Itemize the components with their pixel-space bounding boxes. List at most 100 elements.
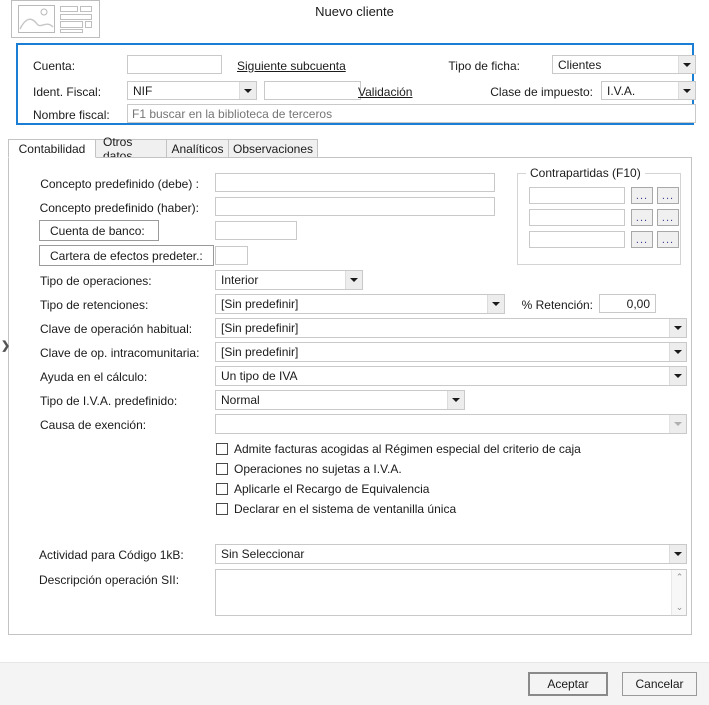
descripcion-sii-textarea[interactable] xyxy=(216,570,671,615)
actividad-select[interactable]: Sin Seleccionar xyxy=(215,544,687,564)
contrapartida-input-2[interactable] xyxy=(529,209,625,226)
descripcion-sii-label: Descripción operación SII: xyxy=(39,573,180,587)
checkbox-label: Declarar en el sistema de ventanilla úni… xyxy=(234,502,457,516)
checkbox-label: Admite facturas acogidas al Régimen espe… xyxy=(234,442,581,456)
pct-retencion-input[interactable]: 0,00 xyxy=(599,294,656,313)
checkbox-operaciones-no-sujetas[interactable]: Operaciones no sujetas a I.V.A. xyxy=(216,462,402,476)
tipo-operaciones-label: Tipo de operaciones: xyxy=(40,274,152,288)
siguiente-subcuenta-link[interactable]: Siguiente subcuenta xyxy=(237,59,346,73)
tipo-iva-label: Tipo de I.V.A. predefinido: xyxy=(40,394,178,408)
chevron-down-icon[interactable] xyxy=(447,391,464,409)
tab-contabilidad[interactable]: Contabilidad xyxy=(8,139,96,158)
tipo-iva-value: Normal xyxy=(221,393,260,407)
chevron-down-icon[interactable] xyxy=(239,82,256,99)
tipo-ficha-label: Tipo de ficha: xyxy=(448,59,520,73)
checkbox-box[interactable] xyxy=(216,463,228,475)
ident-fiscal-type-select[interactable]: NIF xyxy=(127,81,257,100)
tabstrip: Contabilidad Otros datos Analíticos Obse… xyxy=(8,135,692,163)
dialog-footer: Aceptar Cancelar xyxy=(0,662,709,705)
ident-fiscal-label: Ident. Fiscal: xyxy=(33,85,102,99)
contrapartida-browse-1b[interactable]: ... xyxy=(657,187,679,204)
ayuda-calculo-select[interactable]: Un tipo de IVA xyxy=(215,366,687,386)
contrapartida-browse-2b[interactable]: ... xyxy=(657,209,679,226)
contrapartida-input-3[interactable] xyxy=(529,231,625,248)
tipo-retenciones-value: [Sin predefinir] xyxy=(221,297,299,311)
concepto-haber-label: Concepto predefinido (haber): xyxy=(39,201,199,215)
checkbox-ventanilla-unica[interactable]: Declarar en el sistema de ventanilla úni… xyxy=(216,502,456,516)
cartera-efectos-button[interactable]: Cartera de efectos predeter.: xyxy=(39,245,214,266)
scroll-up-icon[interactable]: ⌃ xyxy=(672,570,687,585)
cuenta-banco-button[interactable]: Cuenta de banco: xyxy=(39,220,159,241)
dialog-window: Nuevo cliente Cuenta: Siguiente subcuent… xyxy=(0,0,709,705)
clase-impuesto-label: Clase de impuesto: xyxy=(490,85,593,99)
identification-group: Cuenta: Siguiente subcuenta Tipo de fich… xyxy=(16,43,696,125)
chevron-down-icon[interactable] xyxy=(669,367,686,385)
chevron-down-icon[interactable] xyxy=(678,56,695,73)
scroll-down-icon[interactable]: ⌄ xyxy=(672,600,687,615)
collapse-panel-caret-icon[interactable]: ❯ xyxy=(1,341,10,352)
chevron-down-icon[interactable] xyxy=(669,415,686,433)
ayuda-calculo-value: Un tipo de IVA xyxy=(221,369,298,383)
clave-intracomunitaria-value: [Sin predefinir] xyxy=(221,345,299,359)
clase-impuesto-value: I.V.A. xyxy=(607,83,636,98)
panel-contabilidad: Contrapartidas (F10) ... ... ... ... ...… xyxy=(8,157,692,635)
nombre-fiscal-input[interactable] xyxy=(127,104,696,123)
causa-exencion-select[interactable] xyxy=(215,414,687,434)
actividad-label: Actividad para Código 1kB: xyxy=(39,548,184,562)
chevron-down-icon[interactable] xyxy=(678,82,695,99)
tipo-retenciones-select[interactable]: [Sin predefinir] xyxy=(215,294,505,314)
checkbox-recargo-equivalencia[interactable]: Aplicarle el Recargo de Equivalencia xyxy=(216,482,429,496)
tipo-iva-select[interactable]: Normal xyxy=(215,390,465,410)
cartera-efectos-input[interactable] xyxy=(215,246,248,265)
concepto-haber-input[interactable] xyxy=(215,197,495,216)
clave-intracomunitaria-select[interactable]: [Sin predefinir] xyxy=(215,342,687,362)
cancel-button[interactable]: Cancelar xyxy=(622,672,697,696)
nombre-fiscal-label: Nombre fiscal: xyxy=(33,108,110,122)
tab-analiticos[interactable]: Analíticos xyxy=(166,139,229,158)
cuenta-label: Cuenta: xyxy=(33,59,76,73)
checkbox-box[interactable] xyxy=(216,483,228,495)
chevron-down-icon[interactable] xyxy=(487,295,504,313)
checkbox-regimen-criterio-caja[interactable]: Admite facturas acogidas al Régimen espe… xyxy=(216,442,581,456)
tipo-ficha-select[interactable]: Clientes xyxy=(552,55,696,74)
pct-retencion-label: % Retención: xyxy=(521,298,593,312)
tab-observaciones[interactable]: Observaciones xyxy=(228,139,318,158)
clave-operacion-select[interactable]: [Sin predefinir] xyxy=(215,318,687,338)
causa-exencion-label: Causa de exención: xyxy=(40,418,147,432)
contrapartida-browse-1a[interactable]: ... xyxy=(631,187,653,204)
ayuda-calculo-label: Ayuda en el cálculo: xyxy=(40,370,148,384)
dialog-title: Nuevo cliente xyxy=(315,4,394,19)
descripcion-sii-textarea-wrap[interactable]: ⌃ ⌄ xyxy=(215,569,687,616)
clave-intracomunitaria-label: Clave de op. intracomunitaria: xyxy=(40,346,200,360)
tipo-retenciones-label: Tipo de retenciones: xyxy=(40,298,149,312)
chevron-down-icon[interactable] xyxy=(345,271,362,289)
cuenta-banco-input[interactable] xyxy=(215,221,297,240)
chevron-down-icon[interactable] xyxy=(669,343,686,361)
contrapartidas-group: Contrapartidas (F10) ... ... ... ... ...… xyxy=(517,166,681,265)
validacion-link[interactable]: Validación xyxy=(358,85,412,99)
clave-operacion-label: Clave de operación habitual: xyxy=(40,322,193,336)
chevron-down-icon[interactable] xyxy=(669,545,686,563)
contrapartida-browse-3b[interactable]: ... xyxy=(657,231,679,248)
contrapartida-browse-3a[interactable]: ... xyxy=(631,231,653,248)
checkbox-label: Operaciones no sujetas a I.V.A. xyxy=(234,462,402,476)
contrapartidas-title: Contrapartidas (F10) xyxy=(526,166,645,180)
contrapartida-browse-2a[interactable]: ... xyxy=(631,209,653,226)
ident-fiscal-type-value: NIF xyxy=(133,83,153,98)
contrapartida-input-1[interactable] xyxy=(529,187,625,204)
chevron-down-icon[interactable] xyxy=(669,319,686,337)
concepto-debe-label: Concepto predefinido (debe) : xyxy=(40,177,199,191)
checkbox-box[interactable] xyxy=(216,503,228,515)
checkbox-label: Aplicarle el Recargo de Equivalencia xyxy=(234,482,430,496)
tab-otros-datos[interactable]: Otros datos xyxy=(95,135,167,163)
clave-operacion-value: [Sin predefinir] xyxy=(221,321,299,335)
concepto-debe-input[interactable] xyxy=(215,173,495,192)
clase-impuesto-select[interactable]: I.V.A. xyxy=(601,81,696,100)
tipo-operaciones-value: Interior xyxy=(221,273,259,287)
descripcion-sii-scrollbar[interactable]: ⌃ ⌄ xyxy=(671,570,686,615)
accept-button[interactable]: Aceptar xyxy=(528,672,608,696)
tipo-operaciones-select[interactable]: Interior xyxy=(215,270,363,290)
ident-fiscal-input[interactable] xyxy=(264,81,361,100)
cuenta-input[interactable] xyxy=(127,55,222,74)
checkbox-box[interactable] xyxy=(216,443,228,455)
